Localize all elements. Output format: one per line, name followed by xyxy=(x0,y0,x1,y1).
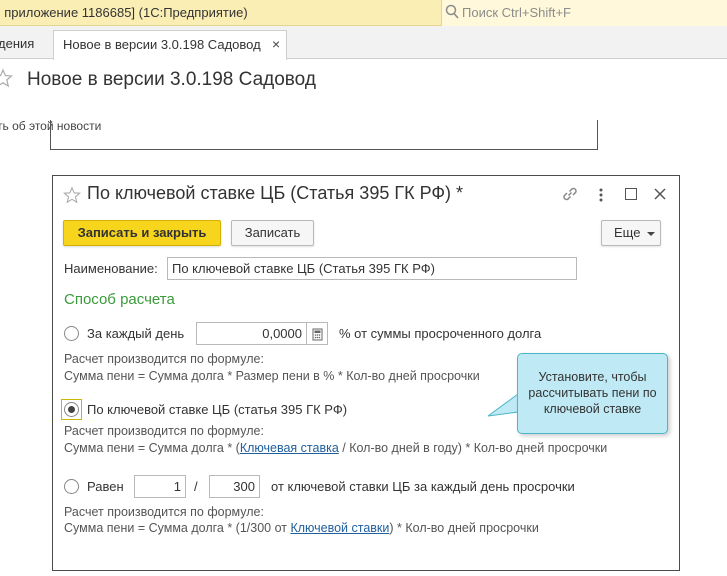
more-menu-button[interactable]: Еще xyxy=(601,220,661,246)
option-key-rate-label: По ключевой ставке ЦБ (статья 395 ГК РФ) xyxy=(87,402,348,417)
name-field[interactable]: По ключевой ставке ЦБ (Статья 395 ГК РФ) xyxy=(167,257,577,280)
page-title: Новое в версии 3.0.198 Садовод xyxy=(27,69,316,90)
formula-3-prefix: Сумма пени = Сумма долга * (1/300 от xyxy=(64,521,291,535)
option-per-day-suffix: % от суммы просроченного долга xyxy=(339,326,542,341)
window-title: , приложение 1186685] (1С:Предприятие) xyxy=(0,5,248,20)
favorite-star-icon[interactable] xyxy=(63,186,81,204)
tab-news-version[interactable]: Новое в версии 3.0.198 Садовод × xyxy=(53,30,287,60)
option-fraction-suffix: от ключевой ставки ЦБ за каждый день про… xyxy=(271,479,575,494)
search-icon xyxy=(445,4,459,19)
favorite-star-icon[interactable] xyxy=(0,68,13,88)
fraction-slash: / xyxy=(194,479,198,494)
radio-fraction[interactable] xyxy=(64,479,79,494)
formula-intro-2: Расчет производится по формуле: xyxy=(64,424,264,438)
denominator-field[interactable]: 300 xyxy=(209,475,260,498)
tab-news-version-label: Новое в версии 3.0.198 Садовод xyxy=(63,37,261,52)
formula-3-suffix: ) * Кол-во дней просрочки xyxy=(389,521,539,535)
option-per-day-label: За каждый день xyxy=(87,326,185,341)
tab-close-icon[interactable]: × xyxy=(272,36,280,52)
maximize-icon[interactable] xyxy=(625,188,637,200)
key-rate-link[interactable]: Ключевая ставка xyxy=(240,441,339,455)
more-actions-icon[interactable] xyxy=(596,186,606,204)
search-placeholder: Поиск Ctrl+Shift+F xyxy=(462,5,571,20)
section-title-calc-method: Способ расчета xyxy=(64,291,175,308)
calculator-button[interactable] xyxy=(307,322,328,345)
global-search-box[interactable]: Поиск Ctrl+Shift+F xyxy=(441,0,727,26)
tab-previous[interactable]: дения xyxy=(0,26,50,59)
formula-intro-1: Расчет производится по формуле: xyxy=(64,352,264,366)
callout-pointer xyxy=(488,393,520,417)
hint-callout-text: Установите, чтобы рассчитывать пени по к… xyxy=(528,370,657,416)
name-label: Наименование: xyxy=(64,261,158,276)
radio-per-day[interactable] xyxy=(64,326,79,341)
option-fraction-label: Равен xyxy=(87,479,124,494)
percent-rate-field[interactable]: 0,0000 xyxy=(196,322,307,345)
formula-3: Сумма пени = Сумма долга * (1/300 от Клю… xyxy=(64,521,539,535)
radio-key-rate[interactable] xyxy=(64,402,79,417)
link-icon[interactable] xyxy=(561,185,579,203)
formula-2: Сумма пени = Сумма долга * (Ключевая ста… xyxy=(64,441,607,455)
more-menu-label: Еще xyxy=(614,225,641,240)
news-content-frame xyxy=(50,120,598,150)
save-and-close-button[interactable]: Записать и закрыть xyxy=(63,220,221,246)
dialog-title: По ключевой ставке ЦБ (Статья 395 ГК РФ)… xyxy=(87,183,464,203)
numerator-field[interactable]: 1 xyxy=(134,475,186,498)
formula-2-suffix: / Кол-во дней в году) * Кол-во дней прос… xyxy=(338,441,608,455)
formula-2-prefix: Сумма пени = Сумма долга * ( xyxy=(64,441,240,455)
formula-1: Сумма пени = Сумма долга * Размер пени в… xyxy=(64,369,480,383)
close-icon[interactable] xyxy=(652,186,668,202)
chevron-down-icon xyxy=(647,232,655,236)
key-rate-link-2[interactable]: Ключевой ставки xyxy=(290,521,389,535)
tab-previous-label: дения xyxy=(0,36,35,51)
save-button[interactable]: Записать xyxy=(231,220,314,246)
calculator-icon xyxy=(312,328,323,341)
formula-intro-3: Расчет производится по формуле: xyxy=(64,505,264,519)
